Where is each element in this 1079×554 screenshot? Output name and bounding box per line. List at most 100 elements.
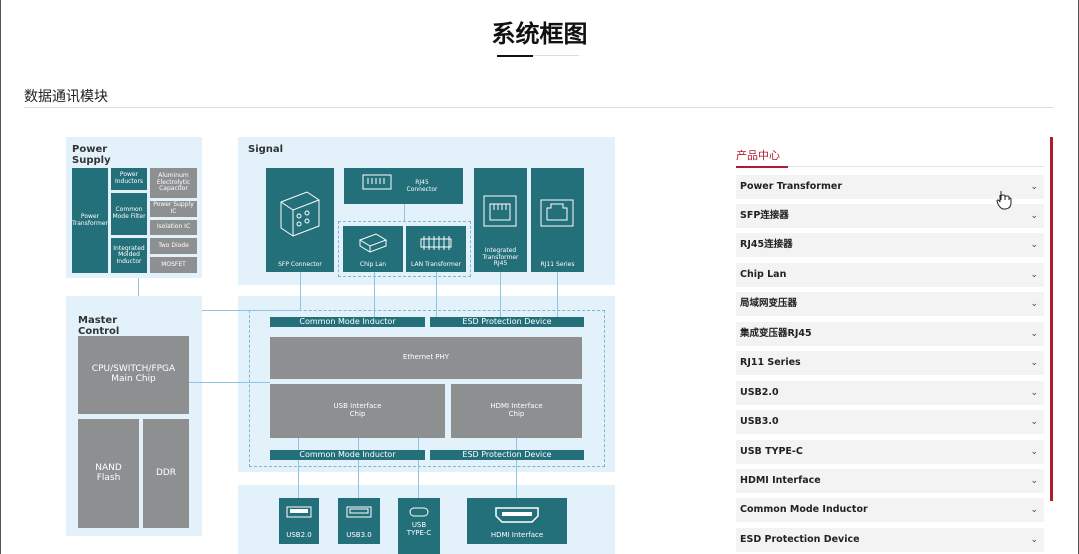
power-supply-title: Power Supply: [72, 144, 111, 166]
chevron-down-icon: ⌄: [1030, 182, 1038, 192]
ddr-block: DDR: [143, 419, 189, 528]
esd-bottom-bar: ESD Protection Device: [430, 450, 584, 460]
power-supply-ic-block: Power Supply IC: [150, 201, 197, 217]
menu-item-label: RJ45连接器: [740, 239, 793, 250]
chevron-down-icon: ⌄: [1030, 270, 1038, 280]
connector-line: [557, 272, 558, 317]
lan-transformer-block: LAN Transformer: [406, 226, 466, 272]
menu-item-hdmi-interface[interactable]: HDMI Interface ⌄: [736, 469, 1044, 493]
chip-lan-icon: [358, 233, 388, 253]
section-divider: [24, 107, 1054, 108]
menu-item-label: RJ11 Series: [740, 357, 801, 368]
chevron-down-icon: ⌄: [1030, 329, 1038, 339]
menu-item-label: Common Mode Inductor: [740, 504, 868, 515]
usbc-label: USB TYPE-C: [406, 521, 432, 537]
connector-line: [500, 272, 501, 317]
menu-item-usb30[interactable]: USB3.0 ⌄: [736, 410, 1044, 434]
menu-item-chip-lan[interactable]: Chip Lan ⌄: [736, 263, 1044, 287]
chevron-down-icon: ⌄: [1030, 535, 1038, 545]
menu-item-label: USB3.0: [740, 416, 779, 427]
connector-line: [418, 438, 419, 450]
connector-line: [516, 438, 517, 450]
connector-line: [358, 460, 359, 498]
rj45-connector-label: RJ45 Connector: [406, 179, 438, 193]
hdmi-port-label: HDMI Interface: [490, 531, 544, 539]
integrated-molded-inductor-block: Integrated Molded Inductor: [111, 238, 147, 273]
sidebar-scrollbar[interactable]: [1050, 137, 1053, 501]
usb20-port-icon: [286, 506, 312, 518]
section-label: 数据通讯模块: [24, 89, 108, 105]
hdmi-interface-chip-block: HDMI Interface Chip: [451, 384, 582, 438]
menu-item-usb20[interactable]: USB2.0 ⌄: [736, 381, 1044, 405]
menu-item-rj11-series[interactable]: RJ11 Series ⌄: [736, 351, 1044, 375]
sfp-connector-block: SFP Connector: [266, 168, 334, 272]
product-center-accent: [736, 166, 788, 168]
connector-line: [300, 272, 301, 310]
lan-transformer-label: LAN Transformer: [411, 261, 461, 268]
usb30-label: USB3.0: [346, 531, 372, 539]
chip-lan-block: Chip Lan: [343, 226, 403, 272]
hdmi-port-icon: [495, 507, 539, 523]
signal-title: Signal: [248, 144, 284, 155]
menu-item-label: Power Transformer: [740, 181, 843, 192]
usb20-port-block: USB2.0: [279, 498, 319, 544]
title-underline: [497, 55, 533, 57]
common-mode-inductor-top-bar: Common Mode Inductor: [270, 317, 425, 327]
connector-line: [358, 438, 359, 450]
chevron-down-icon: ⌄: [1030, 505, 1038, 515]
menu-item-common-mode-inductor[interactable]: Common Mode Inductor ⌄: [736, 498, 1044, 522]
power-inductors-block: Power Inductors: [111, 168, 147, 190]
chevron-down-icon: ⌄: [1030, 447, 1038, 457]
connector-line: [418, 460, 419, 498]
connector-line: [138, 278, 139, 296]
connector-line: [298, 460, 299, 498]
connector-line: [436, 272, 437, 317]
chevron-down-icon: ⌄: [1030, 388, 1038, 398]
menu-item-label: SFP连接器: [740, 210, 789, 221]
connector-line: [404, 204, 405, 221]
rj45-connector-icon: [362, 174, 392, 190]
menu-item-label: USB TYPE-C: [740, 446, 803, 457]
rj11-series-label: RJ11 Series: [540, 261, 575, 268]
usbc-port-block: USB TYPE-C: [398, 498, 440, 554]
menu-item-label: HDMI Interface: [740, 475, 821, 486]
sfp-connector-icon: [280, 191, 320, 237]
title-underline-rest: [533, 55, 579, 56]
menu-item-esd-protection-device[interactable]: ESD Protection Device ⌄: [736, 528, 1044, 552]
connector-line: [374, 272, 375, 317]
connector-line: [202, 310, 300, 311]
rj11-series-block: RJ11 Series: [531, 168, 584, 272]
menu-item-rj45-connector[interactable]: RJ45连接器 ⌄: [736, 233, 1044, 257]
usb30-port-icon: [346, 506, 372, 518]
aluminum-capacitor-block: Aluminum Electrolytic Capacitor: [150, 168, 197, 198]
isolation-ic-block: Isolation IC: [150, 220, 197, 235]
menu-item-label: 局域网变压器: [740, 298, 798, 309]
mosfet-block: MOSFET: [150, 257, 197, 273]
hand-cursor-icon: [996, 191, 1012, 210]
menu-item-integrated-rj45[interactable]: 集成变压器RJ45 ⌄: [736, 322, 1044, 346]
chevron-down-icon: ⌄: [1030, 240, 1038, 250]
chevron-down-icon: ⌄: [1030, 299, 1038, 309]
esd-top-bar: ESD Protection Device: [430, 317, 584, 327]
connector-line: [298, 438, 299, 450]
menu-item-usb-type-c[interactable]: USB TYPE-C ⌄: [736, 440, 1044, 464]
usbc-port-icon: [409, 507, 429, 517]
connector-line: [189, 382, 270, 383]
product-center-heading[interactable]: 产品中心: [736, 147, 780, 163]
power-transformer-block: Power Transformer: [72, 168, 108, 273]
integrated-rj45-icon: [483, 195, 517, 227]
menu-item-label: ESD Protection Device: [740, 534, 860, 545]
lan-transformer-icon: [420, 236, 452, 250]
integrated-transformer-rj45-label: Integrated Transformer RJ45: [482, 247, 519, 268]
hdmi-port-block: HDMI Interface: [467, 498, 567, 544]
menu-item-lan-transformer[interactable]: 局域网变压器 ⌄: [736, 292, 1044, 316]
usb20-label: USB2.0: [286, 531, 312, 539]
rj45-connector-block: RJ45 Connector: [344, 168, 463, 204]
sfp-connector-label: SFP Connector: [278, 261, 322, 268]
chevron-down-icon: ⌄: [1030, 211, 1038, 221]
usb30-port-block: USB3.0: [338, 498, 380, 544]
chip-lan-label: Chip Lan: [359, 261, 387, 268]
menu-item-label: 集成变压器RJ45: [740, 328, 812, 339]
rj11-icon: [540, 199, 574, 227]
nand-flash-block: NAND Flash: [78, 419, 139, 528]
